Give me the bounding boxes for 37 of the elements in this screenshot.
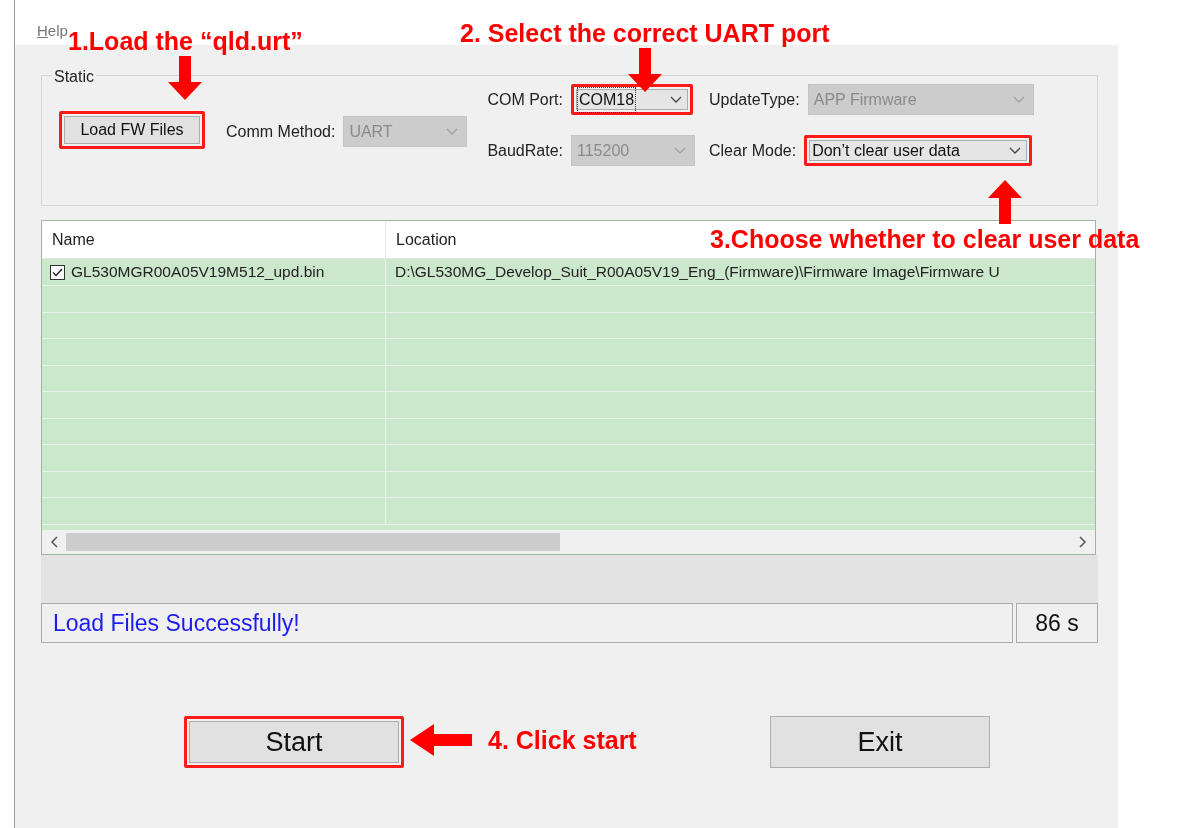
elapsed-time: 86 s [1016, 603, 1098, 643]
scrollbar-thumb[interactable] [66, 533, 560, 551]
chevron-down-icon [446, 127, 459, 136]
annotation-text: 4. Click start [488, 725, 637, 755]
status-message: Load Files Successfully! [41, 603, 1013, 643]
table-cell[interactable]: GL530MGR00A05V19M512_upd.bin [42, 259, 386, 285]
chevron-down-icon [1009, 146, 1022, 155]
chevron-right-icon[interactable] [1079, 536, 1087, 548]
field-label: Clear Mode: [709, 140, 797, 161]
column-header[interactable]: Name [52, 227, 95, 252]
arrow-left-icon [410, 724, 472, 756]
chevron-left-icon[interactable] [50, 536, 58, 548]
action-button[interactable]: Exit [770, 716, 990, 768]
field-label: UpdateType: [709, 89, 800, 110]
menu-item[interactable]: Help [37, 20, 68, 45]
arrow-down-icon [168, 56, 203, 100]
checkbox[interactable] [50, 264, 65, 280]
table-cell-text: D:\GL530MG_Develop_Suit_R00A05V19_Eng_(Firmware)\Firmware Image\Firmware U [394, 262, 1001, 283]
checkmark-icon [52, 267, 63, 277]
arrow-down-icon [627, 48, 662, 92]
annotation-text: 1.Load the “qld.urt” [68, 27, 303, 56]
column-header[interactable]: Location [396, 227, 457, 252]
chevron-down-icon [669, 95, 682, 104]
dropdown[interactable]: Don’t clear user data [804, 135, 1033, 166]
horizontal-scrollbar[interactable] [42, 530, 1095, 554]
load-files-button[interactable]: Load FW Files [59, 111, 205, 149]
arrow-up-icon [987, 180, 1022, 224]
dropdown[interactable]: COM18 [570, 84, 693, 115]
file-name: GL530MGR00A05V19M512_upd.bin [71, 262, 325, 283]
field-label: COM Port: [487, 89, 563, 110]
annotation-text: 2. Select the correct UART port [460, 18, 830, 48]
chevron-down-icon [1012, 95, 1025, 104]
field-label: BaudRate: [487, 140, 563, 161]
annotation-text: 3.Choose whether to clear user data [710, 224, 1140, 254]
chevron-down-icon [674, 146, 686, 155]
action-button[interactable]: Start [184, 716, 404, 768]
field-label: Comm Method: [226, 121, 336, 142]
